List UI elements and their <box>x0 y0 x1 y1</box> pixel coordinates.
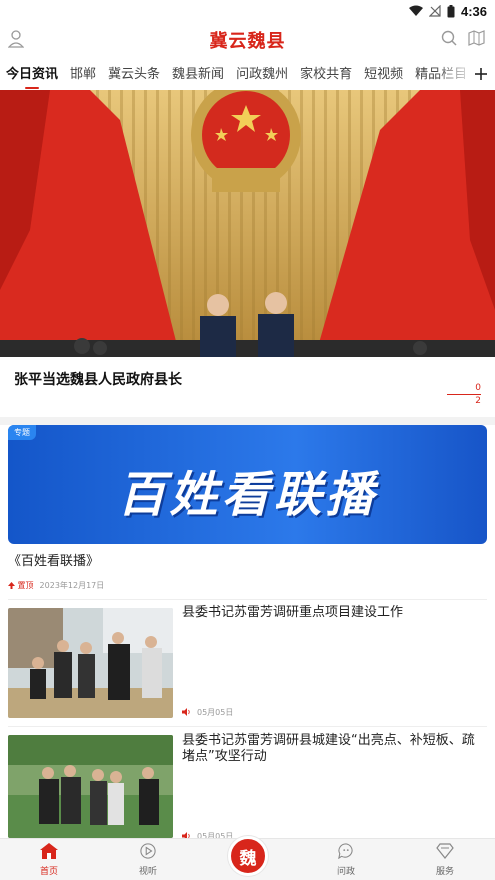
divider <box>8 726 487 727</box>
special-title[interactable]: 《百姓看联播》 <box>8 550 99 569</box>
center-logo-text: 魏 <box>239 848 257 869</box>
sticky-label: 置顶 <box>17 581 34 590</box>
play-icon <box>118 843 178 862</box>
center-logo-button[interactable]: 魏 <box>228 836 268 876</box>
status-time: 4:36 <box>460 3 487 19</box>
add-channel-icon[interactable] <box>469 62 493 86</box>
news-title[interactable]: 县委书记苏雷芳调研重点项目建设工作 <box>182 605 482 621</box>
tab-headlines[interactable]: 冀云头条 <box>102 60 166 90</box>
news-title[interactable]: 县委书记苏雷芳调研县城建设“出亮点、补短板、疏堵点”攻坚行动 <box>182 733 482 765</box>
special-banner-text: 百姓看联播 <box>117 467 378 523</box>
audio-icon[interactable] <box>182 707 191 718</box>
home-icon <box>19 843 79 862</box>
nav-listen[interactable]: 视听 <box>118 843 178 877</box>
tab-education[interactable]: 家校共育 <box>294 60 358 90</box>
sticky-badge: 置顶 <box>8 580 34 591</box>
nav-service[interactable]: 服务 <box>415 843 475 877</box>
pager-current: 0 <box>475 383 481 393</box>
special-date: 2023年12月17日 <box>39 581 105 590</box>
nav-ask-label: 问政 <box>336 867 355 877</box>
special-banner[interactable]: 专题 百姓看联播 <box>8 425 487 544</box>
pager-total: 2 <box>475 396 481 406</box>
tab-weixian-news[interactable]: 魏县新闻 <box>166 60 230 90</box>
tab-today[interactable]: 今日资讯 <box>0 60 64 90</box>
tab-short-video[interactable]: 短视频 <box>358 60 409 90</box>
section-gap <box>0 417 495 425</box>
news-meta: 05月05日 <box>182 707 233 718</box>
news-thumbnail[interactable] <box>8 735 173 838</box>
tab-handan[interactable]: 邯郸 <box>64 60 102 90</box>
user-icon[interactable] <box>7 30 25 52</box>
special-tag: 专题 <box>8 425 36 440</box>
hero-caption[interactable]: 张平当选魏县人民政府县长 0 2 <box>0 357 495 417</box>
hero-title[interactable]: 张平当选魏县人民政府县长 <box>14 369 182 389</box>
nav-home[interactable]: 首页 <box>19 843 79 877</box>
status-bar: 4:36 <box>0 0 495 22</box>
nav-ask[interactable]: 问政 <box>316 843 376 877</box>
nav-service-label: 服务 <box>435 867 454 877</box>
map-icon[interactable] <box>468 30 485 50</box>
search-icon[interactable] <box>441 30 457 50</box>
divider <box>8 599 487 600</box>
app-title: 冀云魏县 <box>209 31 286 52</box>
nav-home-label: 首页 <box>39 867 58 877</box>
diamond-icon <box>415 843 475 862</box>
top-bar: 冀云魏县 <box>0 22 495 58</box>
channel-tabs: 今日资讯 邯郸 冀云头条 魏县新闻 问政魏州 家校共育 短视频 精品栏目 <box>0 60 495 90</box>
nav-listen-label: 视听 <box>138 867 157 877</box>
special-meta: 置顶 2023年12月17日 <box>8 580 104 591</box>
no-signal-icon <box>428 5 441 17</box>
battery-icon <box>447 4 455 18</box>
wifi-icon <box>408 5 423 17</box>
hero-image[interactable] <box>0 90 495 357</box>
chat-icon <box>316 843 376 862</box>
pager-divider <box>447 394 481 395</box>
tab-wenzheng[interactable]: 问政魏州 <box>230 60 294 90</box>
news-thumbnail[interactable] <box>8 608 173 718</box>
hero-pager: 0 2 <box>447 383 481 406</box>
news-date: 05月05日 <box>197 708 234 717</box>
